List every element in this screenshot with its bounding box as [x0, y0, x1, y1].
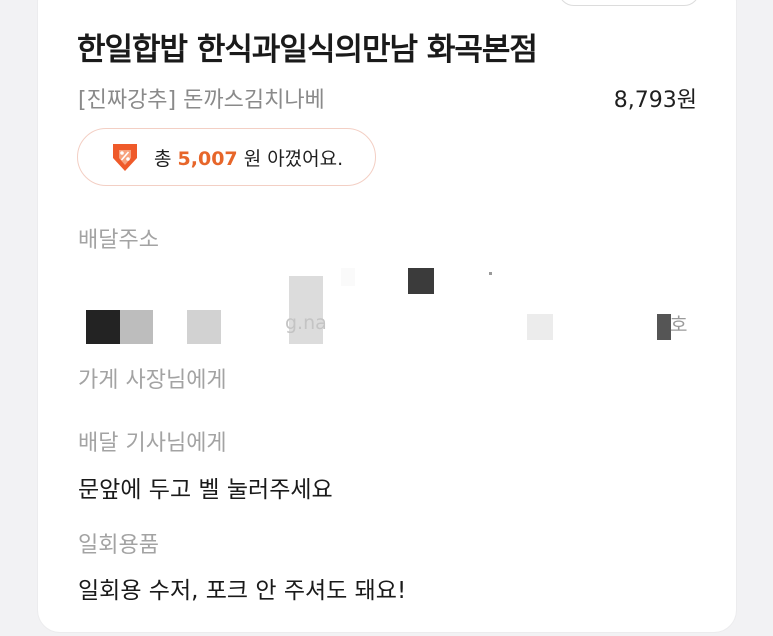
savings-suffix: 원 아꼈어요. [243, 147, 344, 170]
store-owner-request-label: 가게 사장님에게 [78, 368, 227, 393]
store-name: 한일합밥 한식과일식의만남 화곡본점 [77, 32, 538, 68]
rider-request-label: 배달 기사님에게 [78, 431, 227, 456]
redaction-block [657, 314, 671, 340]
address-fragment: g.na [285, 312, 327, 334]
redaction-block [527, 314, 553, 340]
discount-tag-icon [113, 144, 137, 171]
savings-text: 총 5,007 원 아꼈어요. [154, 144, 343, 171]
menu-item-price: 8,793원 [613, 88, 697, 113]
savings-prefix: 총 [154, 147, 172, 170]
redaction-block [341, 268, 355, 286]
menu-item-name: [진짜강추] 돈까스김치나베 [78, 88, 325, 113]
savings-badge: 총 5,007 원 아꼈어요. [77, 128, 376, 186]
address-fragment-trailing: 호 [670, 314, 688, 336]
redaction-block [489, 272, 492, 275]
redaction-block [86, 310, 120, 344]
top-action-button[interactable] [558, 0, 700, 6]
redaction-block [408, 268, 434, 294]
disposables-label: 일회용품 [78, 533, 159, 558]
delivery-address-label: 배달주소 [78, 228, 159, 253]
savings-amount: 5,007 [177, 147, 238, 170]
disposables-message: 일회용 수저, 포크 안 주셔도 돼요! [78, 578, 407, 604]
redaction-block [120, 310, 153, 344]
rider-request-message: 문앞에 두고 벨 눌러주세요 [78, 477, 333, 503]
redaction-block [187, 310, 221, 344]
